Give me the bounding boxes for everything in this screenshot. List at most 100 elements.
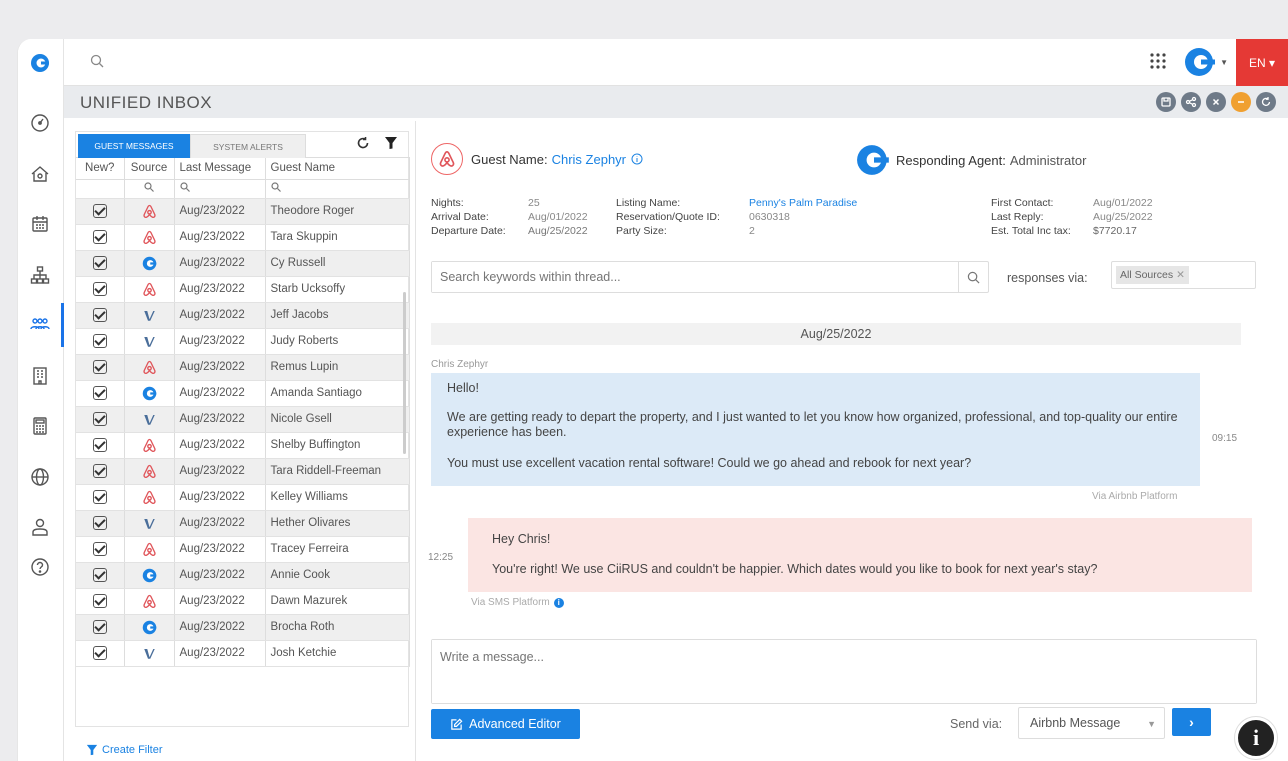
message-input[interactable] xyxy=(432,640,1256,703)
checkbox-checked-icon[interactable] xyxy=(92,334,107,348)
checkbox-checked-icon[interactable] xyxy=(92,204,107,218)
responses-via-select[interactable]: All Sources ✕ xyxy=(1111,261,1256,289)
new-checkbox[interactable] xyxy=(76,276,125,303)
properties-icon[interactable] xyxy=(26,160,54,188)
checkbox-checked-icon[interactable] xyxy=(92,620,107,634)
table-row[interactable]: Aug/23/2022 Kelley Williams xyxy=(76,484,410,511)
thread-search-icon[interactable] xyxy=(958,262,988,292)
new-checkbox[interactable] xyxy=(76,432,125,459)
checkbox-checked-icon[interactable] xyxy=(92,230,107,244)
table-row[interactable]: Aug/23/2022 Tara Skuppin xyxy=(76,224,410,251)
checkbox-checked-icon[interactable] xyxy=(92,386,107,400)
refresh-icon[interactable] xyxy=(356,136,370,155)
info-fab-button[interactable]: i xyxy=(1235,717,1277,759)
table-row[interactable]: Aug/23/2022 Hether Olivares xyxy=(76,510,410,537)
list-scrollbar[interactable] xyxy=(403,292,406,454)
globe-icon[interactable] xyxy=(26,463,54,491)
table-row[interactable]: Aug/23/2022 Dawn Mazurek xyxy=(76,588,410,615)
table-row[interactable]: Aug/23/2022 Judy Roberts xyxy=(76,328,410,355)
guests-icon[interactable] xyxy=(26,303,64,347)
table-row[interactable]: Aug/23/2022 Remus Lupin xyxy=(76,354,410,381)
send-button[interactable]: › xyxy=(1172,708,1211,736)
new-checkbox[interactable] xyxy=(76,484,125,511)
guest-info-icon[interactable] xyxy=(631,153,643,165)
new-checkbox[interactable] xyxy=(76,640,125,667)
language-selector[interactable]: EN ▾ xyxy=(1236,39,1288,86)
tab-guest-messages[interactable]: GUEST MESSAGES xyxy=(78,134,190,158)
new-checkbox[interactable] xyxy=(76,406,125,433)
org-chart-icon[interactable] xyxy=(26,261,54,289)
new-checkbox[interactable] xyxy=(76,224,125,251)
refresh-page-icon[interactable] xyxy=(1256,92,1276,112)
advanced-editor-button[interactable]: Advanced Editor xyxy=(431,709,580,739)
user-icon[interactable] xyxy=(26,513,54,541)
thread-search-input[interactable] xyxy=(432,262,952,292)
checkbox-checked-icon[interactable] xyxy=(92,594,107,608)
account-avatar[interactable] xyxy=(1184,47,1218,82)
filter-icon[interactable] xyxy=(384,136,398,155)
checkbox-checked-icon[interactable] xyxy=(92,308,107,322)
source-filter-search-icon[interactable] xyxy=(124,179,175,199)
checkbox-checked-icon[interactable] xyxy=(92,282,107,296)
apps-grid-icon[interactable] xyxy=(1148,51,1168,76)
ciirus-logo-icon[interactable] xyxy=(26,49,54,77)
checkbox-checked-icon[interactable] xyxy=(92,438,107,452)
create-filter-link[interactable]: Create Filter xyxy=(86,744,163,756)
new-checkbox[interactable] xyxy=(76,302,125,329)
close-icon[interactable] xyxy=(1206,92,1226,112)
new-checkbox[interactable] xyxy=(76,250,125,277)
dashboard-icon[interactable] xyxy=(26,109,54,137)
new-checkbox[interactable] xyxy=(76,380,125,407)
info-icon[interactable]: i xyxy=(553,597,564,608)
column-header-guest-name[interactable]: Guest Name xyxy=(265,158,410,180)
table-row[interactable]: Aug/23/2022 Starb Ucksoffy xyxy=(76,276,410,303)
table-row[interactable]: Aug/23/2022 Shelby Buffington xyxy=(76,432,410,459)
save-icon[interactable] xyxy=(1156,92,1176,112)
account-caret-icon[interactable]: ▼ xyxy=(1220,58,1228,67)
name-filter-search-icon[interactable] xyxy=(265,179,410,199)
table-row[interactable]: Aug/23/2022 Annie Cook xyxy=(76,562,410,589)
send-via-select[interactable]: Airbnb Message ▼ xyxy=(1018,707,1165,739)
listing-name-link[interactable]: Penny's Palm Paradise xyxy=(749,196,857,210)
checkbox-checked-icon[interactable] xyxy=(92,490,107,504)
checkbox-checked-icon[interactable] xyxy=(92,256,107,270)
new-checkbox[interactable] xyxy=(76,510,125,537)
date-filter-search-icon[interactable] xyxy=(174,179,266,199)
checkbox-checked-icon[interactable] xyxy=(92,542,107,556)
share-icon[interactable] xyxy=(1181,92,1201,112)
new-checkbox[interactable] xyxy=(76,536,125,563)
help-icon[interactable] xyxy=(26,553,54,581)
column-header-last-message[interactable]: Last Message xyxy=(174,158,266,180)
table-row[interactable]: Aug/23/2022 Josh Ketchie xyxy=(76,640,410,667)
checkbox-checked-icon[interactable] xyxy=(92,646,107,660)
building-icon[interactable] xyxy=(26,362,54,390)
checkbox-checked-icon[interactable] xyxy=(92,568,107,582)
column-header-new[interactable]: New? xyxy=(76,158,125,180)
column-header-source[interactable]: Source xyxy=(124,158,175,180)
guest-name-link[interactable]: Chris Zephyr xyxy=(552,152,626,167)
collapse-icon[interactable] xyxy=(1231,92,1251,112)
table-row[interactable]: Aug/23/2022 Cy Russell xyxy=(76,250,410,277)
table-row[interactable]: Aug/23/2022 Jeff Jacobs xyxy=(76,302,410,329)
new-checkbox[interactable] xyxy=(76,458,125,485)
table-row[interactable]: Aug/23/2022 Tracey Ferreira xyxy=(76,536,410,563)
new-checkbox[interactable] xyxy=(76,354,125,381)
checkbox-checked-icon[interactable] xyxy=(92,412,107,426)
checkbox-checked-icon[interactable] xyxy=(92,464,107,478)
calendar-icon[interactable] xyxy=(26,210,54,238)
new-checkbox[interactable] xyxy=(76,588,125,615)
table-row[interactable]: Aug/23/2022 Theodore Roger xyxy=(76,198,410,225)
table-row[interactable]: Aug/23/2022 Brocha Roth xyxy=(76,614,410,641)
table-row[interactable]: Aug/23/2022 Tara Riddell-Freeman xyxy=(76,458,410,485)
new-checkbox[interactable] xyxy=(76,614,125,641)
tab-system-alerts[interactable]: SYSTEM ALERTS xyxy=(190,134,306,158)
new-checkbox[interactable] xyxy=(76,328,125,355)
new-checkbox[interactable] xyxy=(76,562,125,589)
remove-chip-icon[interactable]: ✕ xyxy=(1176,269,1185,281)
new-checkbox[interactable] xyxy=(76,198,125,225)
checkbox-checked-icon[interactable] xyxy=(92,516,107,530)
table-row[interactable]: Aug/23/2022 Amanda Santiago xyxy=(76,380,410,407)
calculator-icon[interactable] xyxy=(26,412,54,440)
checkbox-checked-icon[interactable] xyxy=(92,360,107,374)
global-search-icon[interactable] xyxy=(90,54,104,73)
